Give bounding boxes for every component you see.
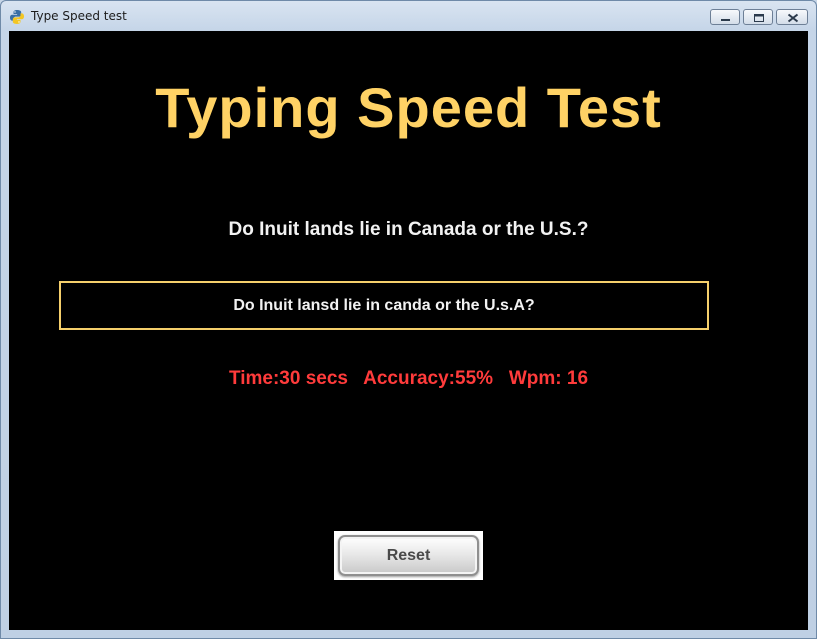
close-button[interactable] — [776, 9, 808, 25]
typing-input[interactable]: Do Inuit lansd lie in canda or the U.s.A… — [59, 281, 709, 330]
reset-button[interactable]: Reset — [338, 535, 479, 576]
wpm-value: 16 — [566, 368, 589, 389]
window-title: Type Speed test — [31, 9, 127, 23]
time-value: 30 secs — [279, 368, 348, 389]
target-sentence: Do Inuit lands lie in Canada or the U.S.… — [228, 219, 589, 240]
minimize-icon — [721, 19, 730, 21]
app-window: Type Speed test Typing Speed Test Do Inu… — [0, 0, 817, 639]
game-canvas[interactable]: Typing Speed Test Do Inuit lands lie in … — [9, 31, 808, 630]
reset-button-label: Reset — [386, 547, 431, 564]
close-icon — [787, 13, 799, 23]
accuracy-label: Accuracy: — [363, 368, 455, 389]
maximize-button[interactable] — [743, 9, 773, 25]
results-line: Time:30 secs Accuracy:55% Wpm: 16 — [9, 367, 808, 391]
typing-input-value: Do Inuit lansd lie in canda or the U.s.A… — [233, 297, 535, 314]
minimize-button[interactable] — [710, 9, 740, 25]
time-label: Time: — [228, 368, 280, 389]
python-snake-icon — [9, 9, 25, 25]
wpm-label: Wpm: — [508, 368, 567, 389]
reset-button-image: Reset — [334, 531, 483, 580]
accuracy-value: 55% — [455, 368, 494, 389]
page-title: Typing Speed Test — [155, 76, 662, 139]
title-bar[interactable]: Type Speed test — [1, 1, 816, 31]
maximize-icon — [754, 14, 764, 22]
